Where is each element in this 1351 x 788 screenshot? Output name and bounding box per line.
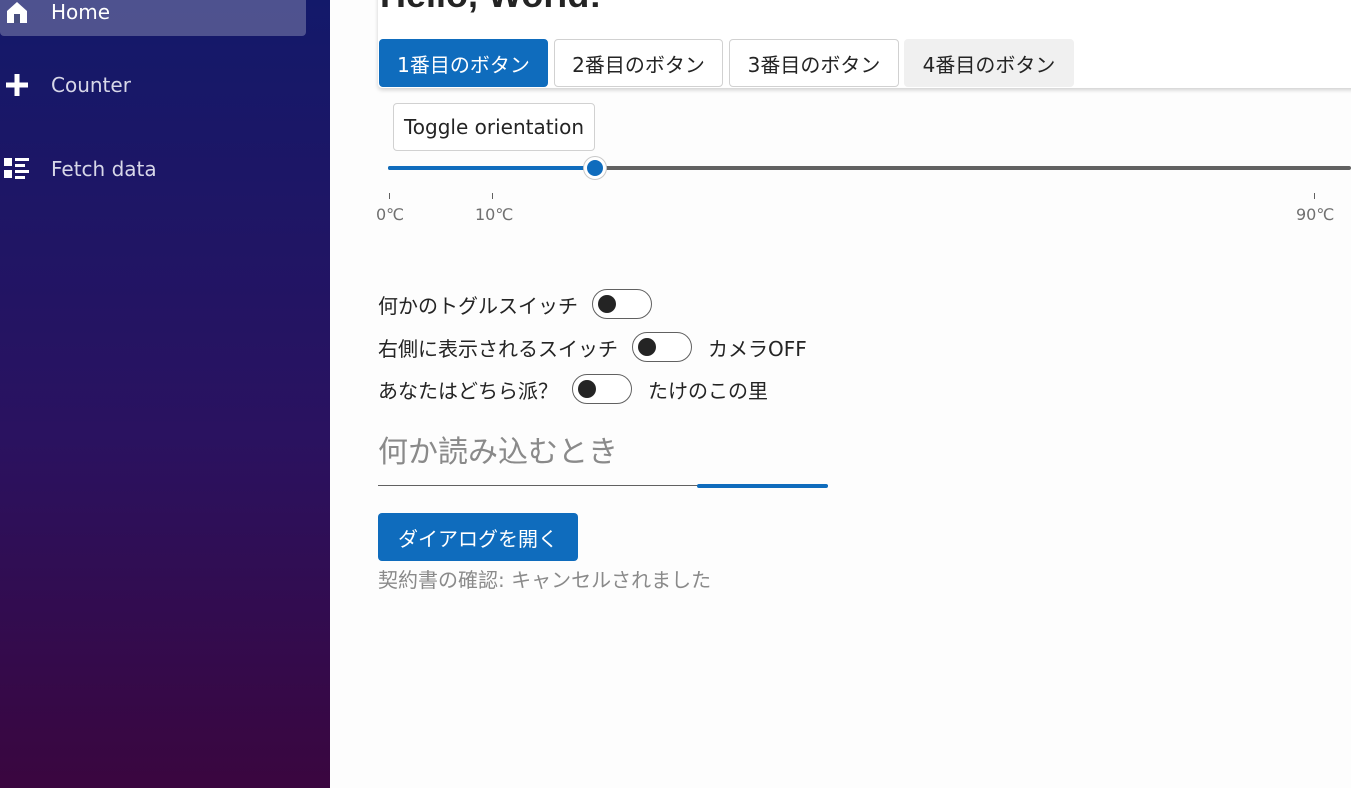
- button-3[interactable]: 3番目のボタン: [729, 39, 899, 87]
- page-title: Hello, World!: [380, 0, 601, 16]
- slider-tick: [492, 193, 493, 199]
- home-icon: [2, 0, 32, 27]
- slider-thumb[interactable]: [584, 157, 606, 179]
- slider-tick: [1314, 193, 1315, 199]
- camera-switch[interactable]: [632, 332, 692, 362]
- switch-knob: [578, 380, 596, 398]
- tick-label-0: 0℃: [376, 205, 405, 224]
- plus-icon: [2, 70, 32, 100]
- sidebar-item-label: Home: [51, 0, 111, 24]
- button-4[interactable]: 4番目のボタン: [904, 39, 1074, 87]
- tick-label-10: 10℃: [475, 205, 514, 224]
- toggle-orientation-button[interactable]: Toggle orientation: [393, 103, 595, 151]
- switch-row-camera: 右側に表示されるスイッチ カメラOFF: [378, 331, 807, 363]
- switch-knob: [598, 295, 616, 313]
- slider-fill: [388, 166, 595, 170]
- switch-state-label: カメラOFF: [708, 336, 807, 361]
- toggle-switch[interactable]: [592, 289, 652, 319]
- sidebar-item-counter[interactable]: Counter: [0, 61, 306, 109]
- switch-state-label: たけのこの里: [648, 378, 768, 403]
- list-icon: [2, 154, 32, 184]
- open-dialog-button[interactable]: ダイアログを開く: [378, 513, 578, 561]
- switch-row-preference: あなたはどちら派？ たけのこの里: [378, 373, 768, 405]
- switch-label: 右側に表示されるスイッチ: [378, 336, 618, 361]
- sidebar-item-home[interactable]: Home: [0, 0, 306, 36]
- button-2[interactable]: 2番目のボタン: [554, 39, 723, 87]
- switch-knob: [638, 338, 656, 356]
- sidebar-item-label: Counter: [51, 73, 131, 97]
- tick-label-90: 90℃: [1296, 205, 1335, 224]
- slider-tick: [389, 193, 390, 199]
- sidebar-item-label: Fetch data: [51, 157, 157, 181]
- switch-label: あなたはどちら派？: [378, 378, 558, 403]
- switch-label: 何かのトグルスイッチ: [378, 293, 578, 318]
- preference-switch[interactable]: [572, 374, 632, 404]
- button-1[interactable]: 1番目のボタン: [379, 39, 548, 87]
- switch-row-toggle: 何かのトグルスイッチ: [378, 288, 652, 320]
- progress-indicator: [697, 484, 828, 488]
- loading-label: 何か読み込むとき: [378, 435, 618, 470]
- sidebar: Home Counter Fetch data: [0, 0, 330, 788]
- dialog-status-text: 契約書の確認: キャンセルされました: [378, 568, 712, 592]
- sidebar-item-fetch-data[interactable]: Fetch data: [0, 145, 306, 193]
